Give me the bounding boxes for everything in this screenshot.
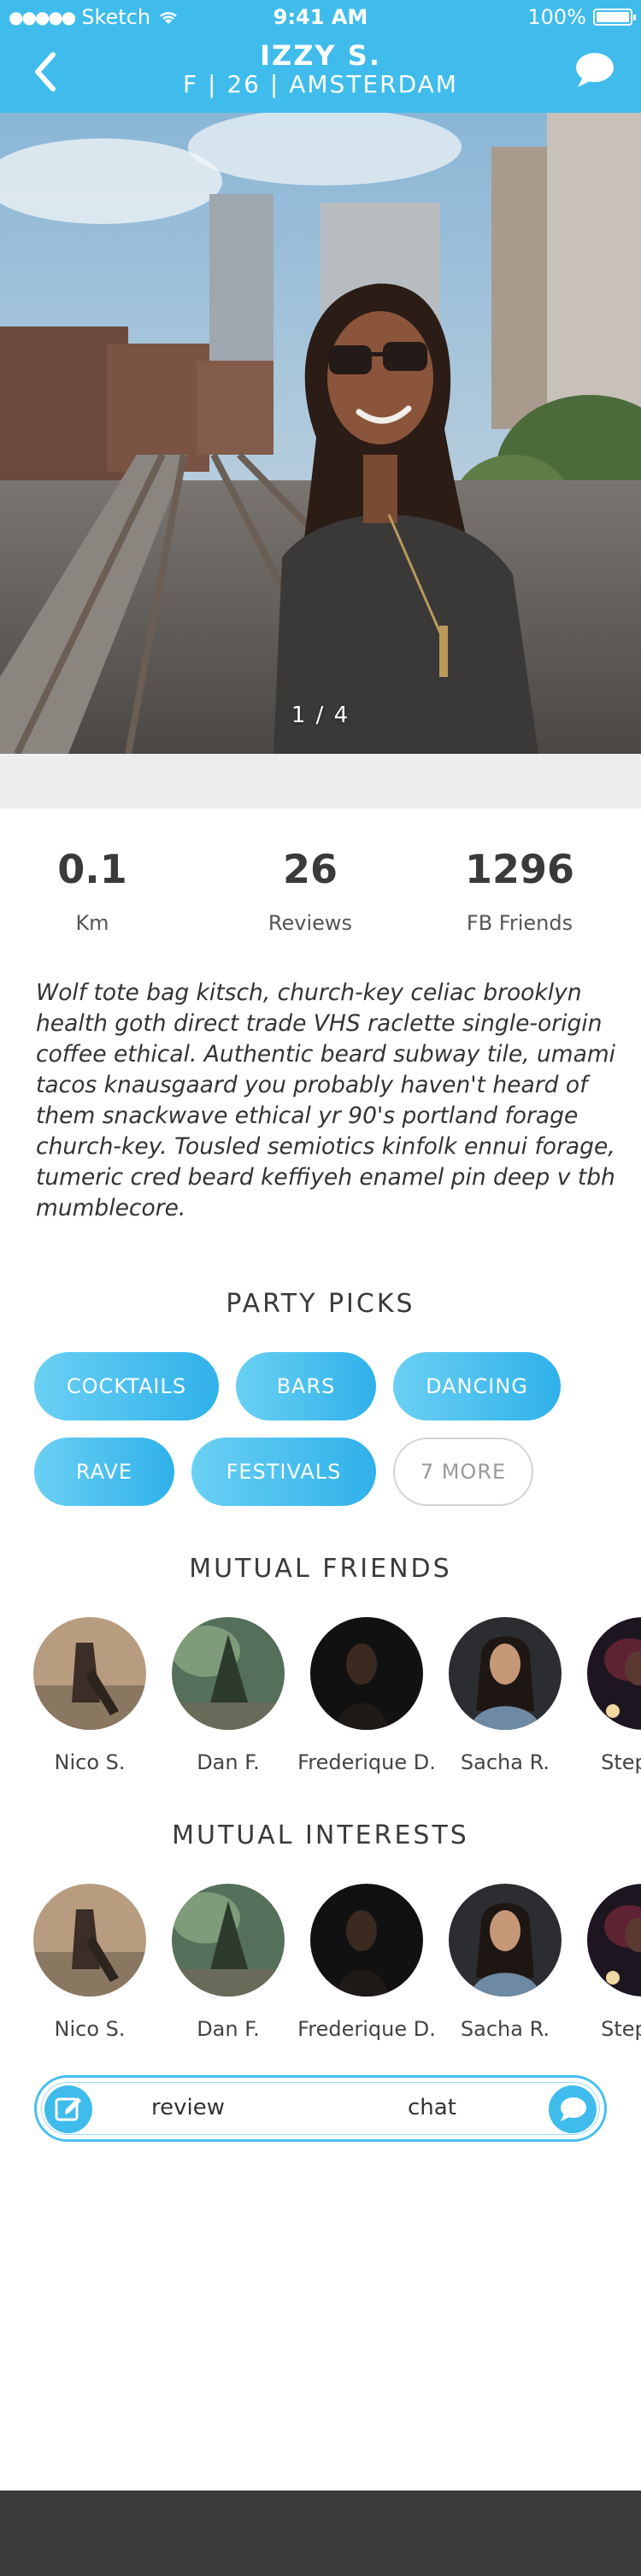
mutual-friends-list: Nico S. Dan F. Frederique D. Sacha R. St… (0, 1617, 641, 1788)
stat-label: Reviews (268, 911, 353, 935)
status-bar: ●●●●● Sketch 9:41 AM 100% (0, 0, 641, 34)
review-button[interactable] (44, 2085, 92, 2133)
friend-name: Stephen (601, 1750, 641, 1774)
avatar (33, 1617, 146, 1730)
stat-value: 26 (282, 846, 338, 892)
chip-bars[interactable]: BARS (236, 1352, 376, 1420)
edit-icon (55, 2097, 81, 2121)
chip-festivals[interactable]: FESTIVALS (191, 1438, 376, 1506)
stat-label: FB Friends (466, 911, 573, 935)
avatar (172, 1884, 285, 1997)
avatar (587, 1617, 641, 1730)
chip-dancing[interactable]: DANCING (393, 1352, 561, 1420)
party-picks-title: PARTY PICKS (226, 1289, 415, 1319)
stat-label: Km (75, 911, 109, 935)
action-bar: review chat (34, 2075, 607, 2142)
photo-divider (0, 754, 641, 809)
avatar (449, 1617, 562, 1730)
action-bar-inner (41, 2082, 600, 2135)
stat-value: 1296 (464, 846, 575, 892)
bottom-bar (0, 2491, 641, 2576)
avatar (33, 1884, 146, 1997)
chip-rave[interactable]: RAVE (34, 1438, 174, 1506)
mutual-friends-title: MUTUAL FRIENDS (189, 1554, 452, 1584)
profile-bio: Wolf tote bag kitsch, church-key celiac … (36, 979, 616, 1221)
stat-value: 0.1 (57, 846, 127, 892)
stat-reviews[interactable]: 26 Reviews (203, 846, 417, 935)
profile-photo[interactable]: 1 / 4 (0, 113, 641, 754)
chip-cocktails[interactable]: COCKTAILS (34, 1352, 219, 1420)
mutual-interests-list: Nico S. Dan F. Frederique D. Sacha R. St… (0, 1884, 641, 2055)
avatar (449, 1884, 562, 1997)
chat-button[interactable] (549, 2085, 597, 2133)
top-bar: ●●●●● Sketch 9:41 AM 100% IZZY S. F | 26… (0, 0, 641, 113)
mutual-interests-title: MUTUAL INTERESTS (172, 1820, 469, 1850)
profile-name: IZZY S. (260, 39, 381, 72)
chat-label[interactable]: chat (408, 2095, 456, 2120)
stats-row: 0.1 Km 26 Reviews 1296 FB Friends (0, 846, 641, 935)
battery-icon (593, 9, 636, 26)
stat-fb-friends[interactable]: 1296 FB Friends (413, 846, 626, 935)
battery-percent: 100% (527, 5, 586, 29)
profile-photo-image (0, 113, 641, 754)
chat-bubble-icon (561, 2097, 586, 2121)
review-label[interactable]: review (151, 2095, 225, 2120)
profile-subtitle: F | 26 | AMSTERDAM (183, 70, 458, 98)
chip-more[interactable]: 7 MORE (393, 1438, 533, 1506)
avatar (587, 1884, 641, 1997)
avatar (172, 1617, 285, 1730)
photo-counter: 1 / 4 (291, 703, 350, 728)
interest-name: Stephen (601, 2017, 641, 2041)
avatar (310, 1617, 423, 1730)
avatar (310, 1884, 423, 1997)
chat-bubble-icon[interactable] (573, 50, 617, 91)
stat-distance: 0.1 Km (0, 846, 199, 935)
